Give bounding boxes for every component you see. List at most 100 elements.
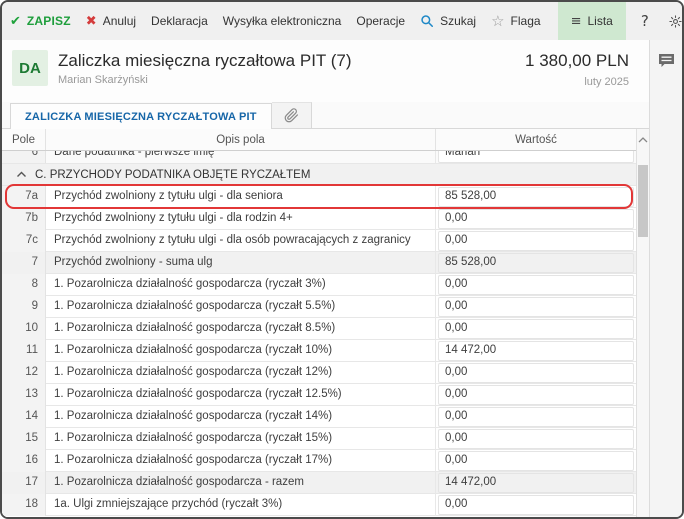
declaration-menu[interactable]: Deklaracja [151, 14, 208, 28]
window-controls: ? [641, 12, 684, 30]
column-header-opis[interactable]: Opis pola [46, 129, 436, 150]
row-value-cell[interactable]: 0,00 [438, 385, 634, 405]
cancel-button[interactable]: ✖ Anuluj [86, 14, 136, 29]
row-value-cell[interactable]: 0,00 [438, 297, 634, 317]
row-value-cell[interactable]: 14 472,00 [438, 473, 634, 493]
comment-icon[interactable] [658, 53, 675, 517]
table-row[interactable]: 14 1. Pozarolnicza działalność gospodarc… [2, 406, 636, 428]
table-row[interactable]: 7 Przychód zwolniony - suma ulg 85 528,0… [2, 252, 636, 274]
table-row[interactable]: 18 1a. Ulgi zmniejszające przychód (rycz… [2, 494, 636, 516]
row-field-number: 7 [2, 252, 46, 274]
table-row[interactable]: 7a Przychód zwolniony z tytułu ulgi - dl… [2, 186, 636, 208]
operations-menu-label: Operacje [356, 14, 405, 28]
row-field-number: 18 [2, 494, 46, 516]
list-icon: ≡ [571, 14, 582, 29]
row-description: Przychód zwolniony z tytułu ulgi - dla r… [46, 208, 436, 230]
row-description: 1. Pozarolnicza działalność gospodarcza … [46, 362, 436, 384]
table-row[interactable]: 13 1. Pozarolnicza działalność gospodarc… [2, 384, 636, 406]
electronic-dispatch-label: Wysyłka elektroniczna [223, 14, 342, 28]
row-description: 1. Pozarolnicza działalność gospodarcza … [46, 384, 436, 406]
settings-button[interactable] [668, 14, 683, 29]
declaration-menu-label: Deklaracja [151, 14, 208, 28]
search-button-label: Szukaj [440, 14, 476, 28]
row-field-number: 17 [2, 472, 46, 494]
document-header: DA Zaliczka miesięczna ryczałtowa PIT (7… [2, 40, 649, 102]
electronic-dispatch-menu[interactable]: Wysyłka elektroniczna [223, 14, 342, 28]
row-value-cell[interactable]: 85 528,00 [438, 253, 634, 273]
row-description: 1. Pozarolnicza działalność gospodarcza … [46, 428, 436, 450]
table-header: Pole Opis pola Wartość [2, 129, 636, 151]
table-row[interactable]: 9 1. Pozarolnicza działalność gospodarcz… [2, 296, 636, 318]
page-title: Zaliczka miesięczna ryczałtowa PIT (7) [58, 50, 352, 72]
cancel-button-label: Anuluj [103, 14, 136, 28]
paperclip-icon [284, 108, 299, 123]
scrollbar-thumb[interactable] [638, 165, 648, 237]
row-value-cell[interactable]: Marian [438, 151, 634, 163]
tab-attachments[interactable] [272, 102, 312, 128]
row-value-cell[interactable]: 0,00 [438, 231, 634, 251]
collapse-chevron-icon[interactable] [16, 170, 27, 179]
search-icon [420, 14, 434, 28]
document-type-badge: DA [12, 50, 48, 86]
scrollbar-track[interactable] [637, 151, 649, 517]
flag-button-label: Flaga [511, 14, 541, 28]
row-value-cell[interactable]: 0,00 [438, 209, 634, 229]
row-description: 1. Pozarolnicza działalność gospodarcza … [46, 274, 436, 296]
row-value-cell[interactable]: 0,00 [438, 275, 634, 295]
table-scrollbar[interactable] [636, 129, 649, 517]
row-value-cell[interactable]: 0,00 [438, 451, 634, 471]
save-button[interactable]: ✔ ZAPISZ [10, 14, 71, 29]
table-row[interactable]: 7c Przychód zwolniony z tytułu ulgi - dl… [2, 230, 636, 252]
list-button[interactable]: ≡ Lista [558, 2, 626, 40]
table-row[interactable]: 15 1. Pozarolnicza działalność gospodarc… [2, 428, 636, 450]
tab-zaliczka[interactable]: ZALICZKA MIESIĘCZNA RYCZAŁTOWA PIT [10, 103, 272, 129]
help-button[interactable]: ? [641, 12, 649, 30]
table-row[interactable]: 10 1. Pozarolnicza działalność gospodarc… [2, 318, 636, 340]
column-header-wartosc[interactable]: Wartość [436, 129, 636, 150]
scroll-up-arrow[interactable] [637, 129, 649, 151]
row-value-cell[interactable]: 0,00 [438, 363, 634, 383]
section-label: C. PRZYCHODY PODATNIKA OBJĘTE RYCZAŁTEM [35, 169, 310, 181]
row-value-cell[interactable]: 85 528,00 [438, 187, 634, 207]
column-header-pole[interactable]: Pole [2, 129, 46, 150]
toolbar: ✔ ZAPISZ ✖ Anuluj Deklaracja Wysyłka ele… [2, 2, 682, 40]
row-field-number: 10 [2, 318, 46, 340]
table-row[interactable]: 7b Przychód zwolniony z tytułu ulgi - dl… [2, 208, 636, 230]
operations-menu[interactable]: Operacje [356, 14, 405, 28]
table-row[interactable]: 16 1. Pozarolnicza działalność gospodarc… [2, 450, 636, 472]
row-description: Przychód zwolniony z tytułu ulgi - dla s… [46, 186, 436, 208]
row-field-number: 14 [2, 406, 46, 428]
row-description: 1. Pozarolnicza działalność gospodarcza … [46, 318, 436, 340]
row-field-number: 7c [2, 230, 46, 252]
search-button[interactable]: Szukaj [420, 14, 476, 28]
section-row[interactable]: C. PRZYCHODY PODATNIKA OBJĘTE RYCZAŁTEM [2, 164, 636, 186]
star-icon: ☆ [491, 12, 504, 30]
taxpayer-name: Marian Skarżyński [58, 74, 352, 86]
row-value-cell[interactable]: 14 472,00 [438, 341, 634, 361]
row-value-cell[interactable]: 0,00 [438, 407, 634, 427]
row-description: 1. Pozarolnicza działalność gospodarcza … [46, 296, 436, 318]
row-field-number: 7b [2, 208, 46, 230]
row-description: 1. Pozarolnicza działalność gospodarcza … [46, 340, 436, 362]
row-value-cell[interactable]: 0,00 [438, 319, 634, 339]
row-description: 1. Pozarolnicza działalność gospodarcza … [46, 406, 436, 428]
fields-table: Pole Opis pola Wartość 6 Dane podatnika … [2, 129, 636, 517]
flag-button[interactable]: ☆ Flaga [491, 12, 540, 30]
row-field-number: 7a [2, 186, 46, 208]
gear-icon [668, 14, 683, 29]
active-tab-label: ZALICZKA MIESIĘCZNA RYCZAŁTOWA PIT [25, 111, 257, 123]
row-value-cell[interactable]: 0,00 [438, 429, 634, 449]
cancel-x-icon: ✖ [86, 14, 97, 29]
total-amount: 1 380,00 PLN [525, 50, 629, 72]
table-row[interactable]: 12 1. Pozarolnicza działalność gospodarc… [2, 362, 636, 384]
check-icon: ✔ [10, 14, 21, 29]
table-row[interactable]: 11 1. Pozarolnicza działalność gospodarc… [2, 340, 636, 362]
table-row[interactable]: 6 Dane podatnika - pierwsze imię Marian [2, 151, 636, 164]
table-row[interactable]: 8 1. Pozarolnicza działalność gospodarcz… [2, 274, 636, 296]
row-description: 1. Pozarolnicza działalność gospodarcza … [46, 450, 436, 472]
row-description: 1a. Ulgi zmniejszające przychód (ryczałt… [46, 494, 436, 516]
table-row[interactable]: 17 1. Pozarolnicza działalność gospodarc… [2, 472, 636, 494]
row-value-cell[interactable]: 0,00 [438, 495, 634, 515]
app-window: ✔ ZAPISZ ✖ Anuluj Deklaracja Wysyłka ele… [0, 0, 684, 519]
table-body: 6 Dane podatnika - pierwsze imię Marian … [2, 151, 636, 517]
